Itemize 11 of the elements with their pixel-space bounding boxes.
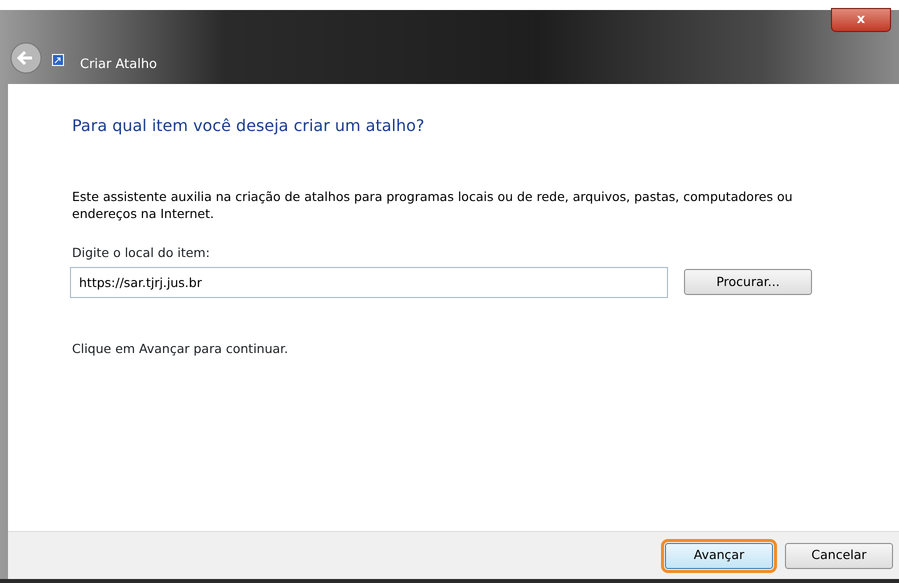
window-title: Criar Atalho bbox=[80, 56, 158, 74]
browse-button[interactable]: Procurar... bbox=[684, 269, 812, 296]
instruction-text: Clique em Avançar para continuar. bbox=[72, 340, 290, 358]
cancel-button[interactable]: Cancelar bbox=[785, 542, 893, 568]
back-icon[interactable] bbox=[10, 42, 42, 74]
close-button[interactable]: x bbox=[831, 8, 891, 32]
wizard-heading: Para qual item você deseja criar um atalho? bbox=[72, 115, 426, 137]
location-field[interactable]: https://sar.tjrj.jus.br bbox=[70, 266, 668, 298]
description-text: Este assistente auxilia na criação de atalhos para programas locais ou de rede, arquivos, pastas, computadores ou endereços na Internet. bbox=[72, 188, 794, 222]
field-label: Digite o local do item: bbox=[72, 244, 211, 262]
shortcut-icon bbox=[52, 54, 64, 66]
